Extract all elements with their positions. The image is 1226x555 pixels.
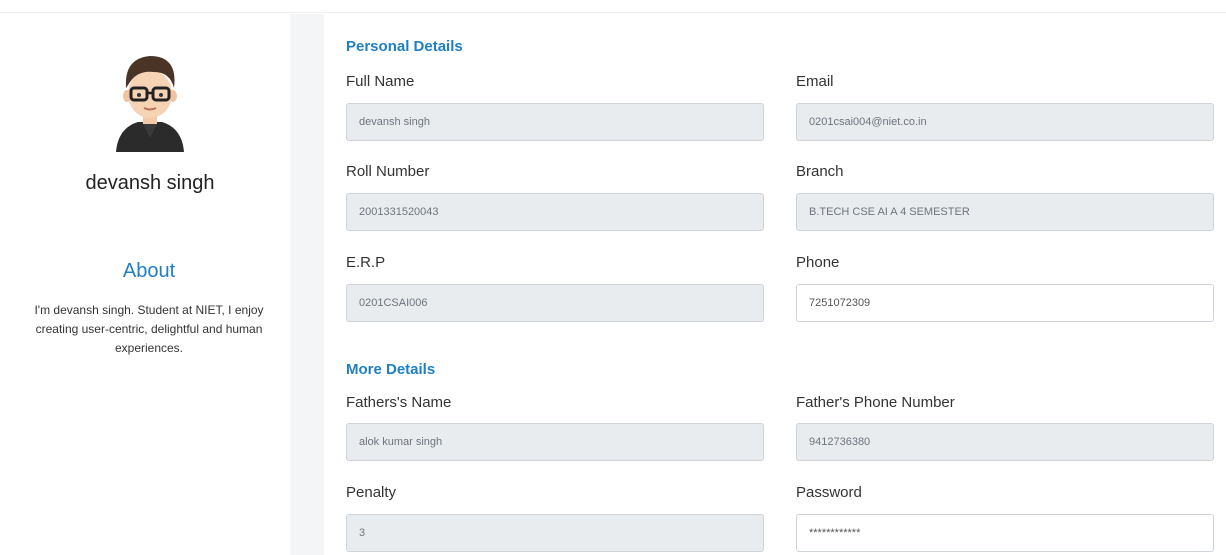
profile-name: devansh singh [85,172,215,194]
roll-number-label: Roll Number [346,163,430,180]
fathers-phone-label: Father's Phone Number [796,394,955,411]
penalty-label: Penalty [346,484,397,501]
phone-label: Phone [796,254,840,271]
branch-field[interactable]: B.TECH CSE AI A 4 SEMESTER [796,193,1214,231]
roll-number-field[interactable]: 2001331520043 [346,193,764,231]
phone-field[interactable]: 7251072309 [796,284,1214,322]
erp-field[interactable]: 0201CSAI006 [346,284,764,322]
about-heading: About [122,260,176,282]
column-gutter [290,14,324,555]
email-label: Email [796,73,834,90]
top-divider [0,12,1226,13]
personal-details-heading: Personal Details [346,38,463,55]
about-text: I'm devansh singh. Student at NIET, I en… [34,303,264,355]
erp-label: E.R.P [346,254,386,271]
penalty-field[interactable]: 3 [346,514,764,552]
full-name-label: Full Name [346,73,415,90]
fathers-name-field[interactable]: alok kumar singh [346,423,764,461]
more-details-heading: More Details [346,361,436,378]
password-label: Password [796,484,862,501]
fathers-phone-field[interactable]: 9412736380 [796,423,1214,461]
user-avatar-icon [110,48,190,152]
fathers-name-label: Fathers's Name [346,394,452,411]
email-field[interactable]: 0201csai004@niet.co.in [796,103,1214,141]
profile-sidebar: devansh singh About I'm devansh singh. S… [0,14,290,555]
details-panel: Personal Details Full Name Email devansh… [324,14,1226,555]
password-field[interactable]: ************ [796,514,1214,552]
full-name-field[interactable]: devansh singh [346,103,764,141]
branch-label: Branch [796,163,844,180]
